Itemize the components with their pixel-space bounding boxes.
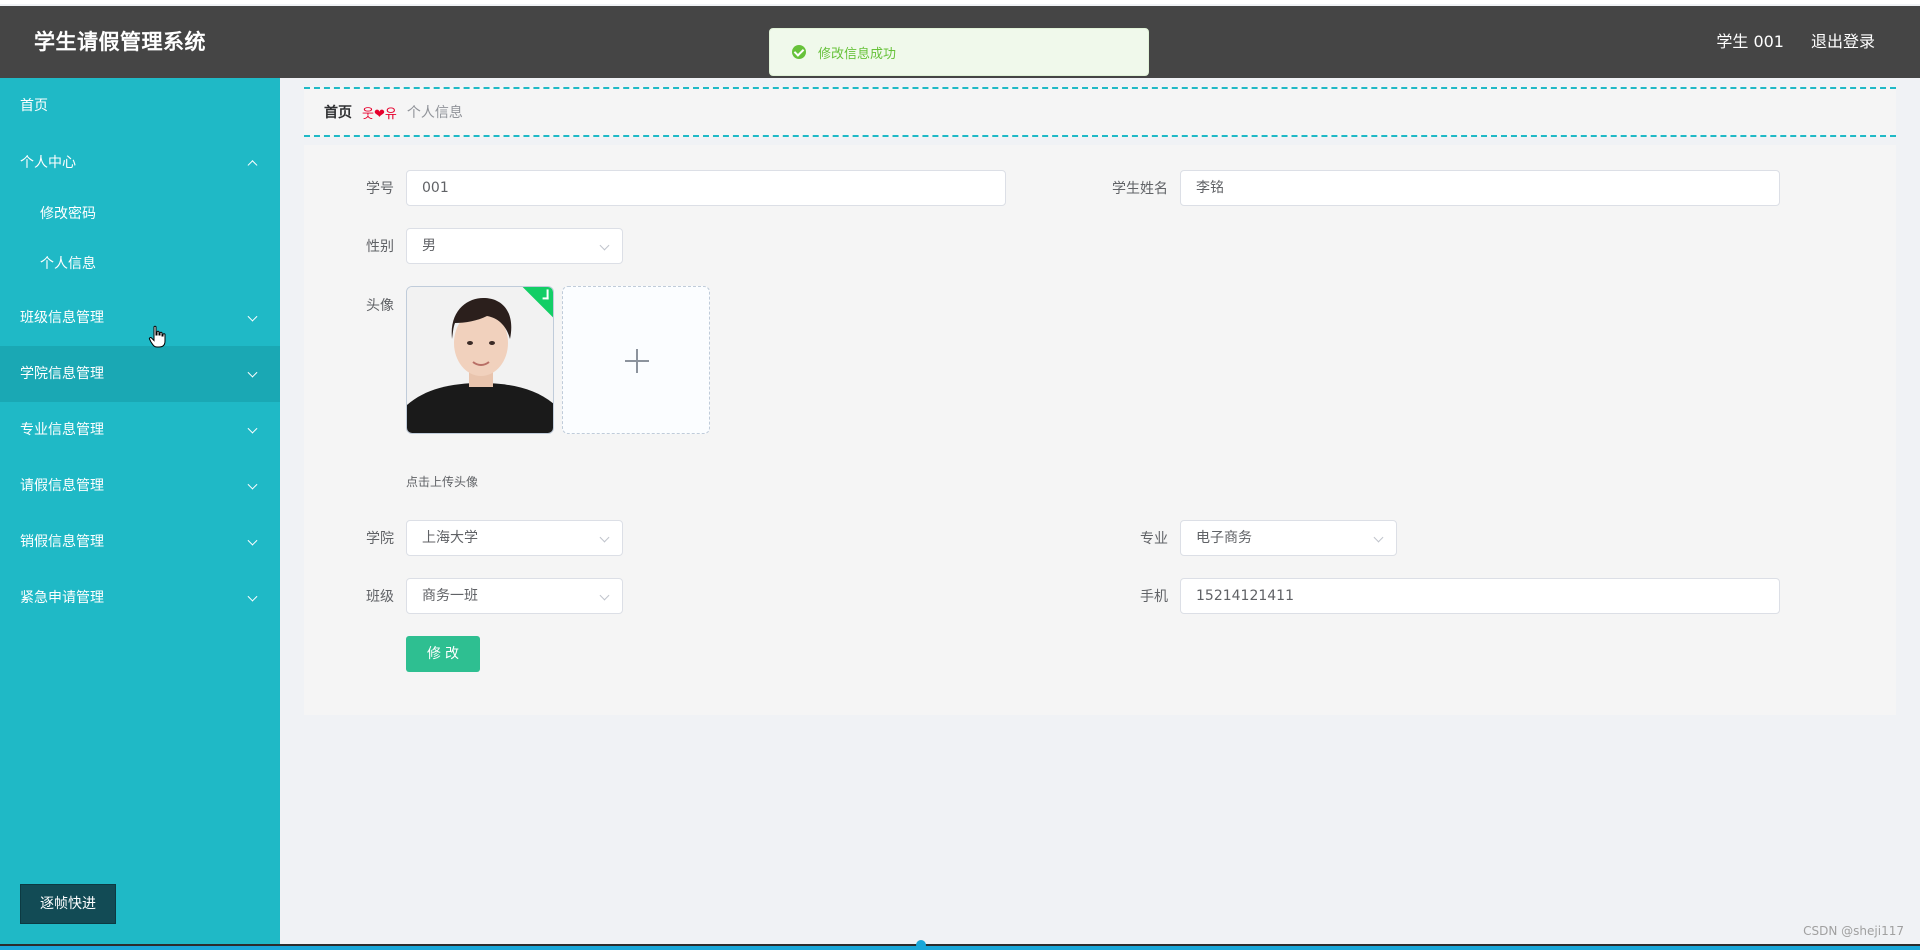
avatar-image[interactable] <box>406 286 554 434</box>
sidebar-item-label: 紧急申请管理 <box>20 590 104 606</box>
sidebar-item-label: 请假信息管理 <box>20 478 104 494</box>
chevron-down-icon <box>247 591 258 602</box>
success-toast: 修改信息成功 <box>769 28 1149 76</box>
phone-field[interactable]: 15214121411 <box>1180 578 1780 614</box>
avatar-upload-tip: 点击上传头像 <box>406 475 479 489</box>
app-screen: 学生请假管理系统 学生 001 退出登录 修改信息成功 首页 个人中心 修改密码… <box>0 0 1920 950</box>
sidebar-item-label: 修改密码 <box>40 206 96 222</box>
sidebar-item-personal-info[interactable]: 个人信息 <box>0 239 280 289</box>
sidebar-item-college-management[interactable]: 学院信息管理 <box>0 346 280 402</box>
major-select[interactable]: 电子商务 <box>1180 520 1397 556</box>
college-value: 上海大学 <box>422 530 478 546</box>
chevron-up-icon <box>247 160 258 171</box>
sidebar-item-leave-management[interactable]: 请假信息管理 <box>0 458 280 514</box>
chevron-down-icon <box>247 535 258 546</box>
chevron-down-icon <box>247 367 258 378</box>
avatar-upload-button[interactable] <box>562 286 710 434</box>
chevron-down-icon <box>247 423 258 434</box>
sidebar-item-label: 专业信息管理 <box>20 422 104 438</box>
avatar-label: 头像 <box>366 298 394 314</box>
sidebar-item-label: 销假信息管理 <box>20 534 104 550</box>
class-select[interactable]: 商务一班 <box>406 578 623 614</box>
major-label: 专业 <box>1140 531 1168 547</box>
top-strip <box>0 0 1920 4</box>
hand-cursor-icon <box>148 325 166 348</box>
class-label: 班级 <box>366 589 394 605</box>
sidebar-menu: 首页 个人中心 修改密码 个人信息 班级信息管理 学院信息管理 专业信息管理 请… <box>0 78 280 946</box>
chevron-down-icon <box>247 479 258 490</box>
sidebar-item-label: 个人中心 <box>20 155 76 171</box>
breadcrumb-home[interactable]: 首页 <box>324 102 352 122</box>
toast-message: 修改信息成功 <box>818 46 897 62</box>
sidebar-item-change-password[interactable]: 修改密码 <box>0 189 280 239</box>
sidebar-item-label: 首页 <box>20 98 48 114</box>
phone-label: 手机 <box>1140 589 1168 605</box>
major-value: 电子商务 <box>1196 530 1252 546</box>
current-user-label: 学生 001 <box>1716 32 1784 51</box>
student-photo-icon <box>407 287 553 433</box>
gender-value: 男 <box>422 238 436 254</box>
logout-link[interactable]: 退出登录 <box>1811 6 1875 78</box>
chevron-down-icon <box>247 311 258 322</box>
sidebar-item-leave-cancel-management[interactable]: 销假信息管理 <box>0 514 280 570</box>
app-title: 学生请假管理系统 <box>34 30 206 54</box>
student-no-field[interactable]: 001 <box>406 170 1006 206</box>
plus-icon-vertical <box>636 349 638 373</box>
video-progress-bar[interactable] <box>0 946 1920 950</box>
chevron-down-icon <box>599 240 610 251</box>
sidebar-item-personal-center[interactable]: 个人中心 <box>0 135 280 191</box>
student-name-field[interactable]: 李铭 <box>1180 170 1780 206</box>
college-select[interactable]: 上海大学 <box>406 520 623 556</box>
video-progress-knob[interactable] <box>916 940 926 950</box>
watermark: CSDN @sheji117 <box>1803 924 1904 938</box>
student-name-label: 学生姓名 <box>1112 181 1168 197</box>
sidebar-item-home[interactable]: 首页 <box>0 78 280 134</box>
gender-select[interactable]: 男 <box>406 228 623 264</box>
breadcrumb-current: 个人信息 <box>406 105 463 121</box>
frame-forward-button[interactable]: 逐帧快进 <box>20 884 116 924</box>
breadcrumb: 首页 웃❤유 个人信息 <box>304 87 1896 137</box>
sidebar-item-label: 个人信息 <box>40 256 96 272</box>
chevron-down-icon <box>599 532 610 543</box>
chevron-down-icon <box>1373 532 1384 543</box>
sidebar-item-major-management[interactable]: 专业信息管理 <box>0 402 280 458</box>
class-value: 商务一班 <box>422 588 478 604</box>
student-no-label: 学号 <box>366 181 394 197</box>
sidebar-item-class-management[interactable]: 班级信息管理 <box>0 290 280 346</box>
college-label: 学院 <box>366 531 394 547</box>
update-button[interactable]: 修改 <box>406 636 480 672</box>
sidebar-item-label: 班级信息管理 <box>20 310 104 326</box>
sidebar-item-emergency-management[interactable]: 紧急申请管理 <box>0 570 280 626</box>
chevron-down-icon <box>599 590 610 601</box>
sidebar-item-label: 学院信息管理 <box>20 366 104 382</box>
success-check-icon <box>792 45 806 59</box>
gender-label: 性别 <box>366 239 394 255</box>
breadcrumb-separator: 웃❤유 <box>362 106 397 122</box>
